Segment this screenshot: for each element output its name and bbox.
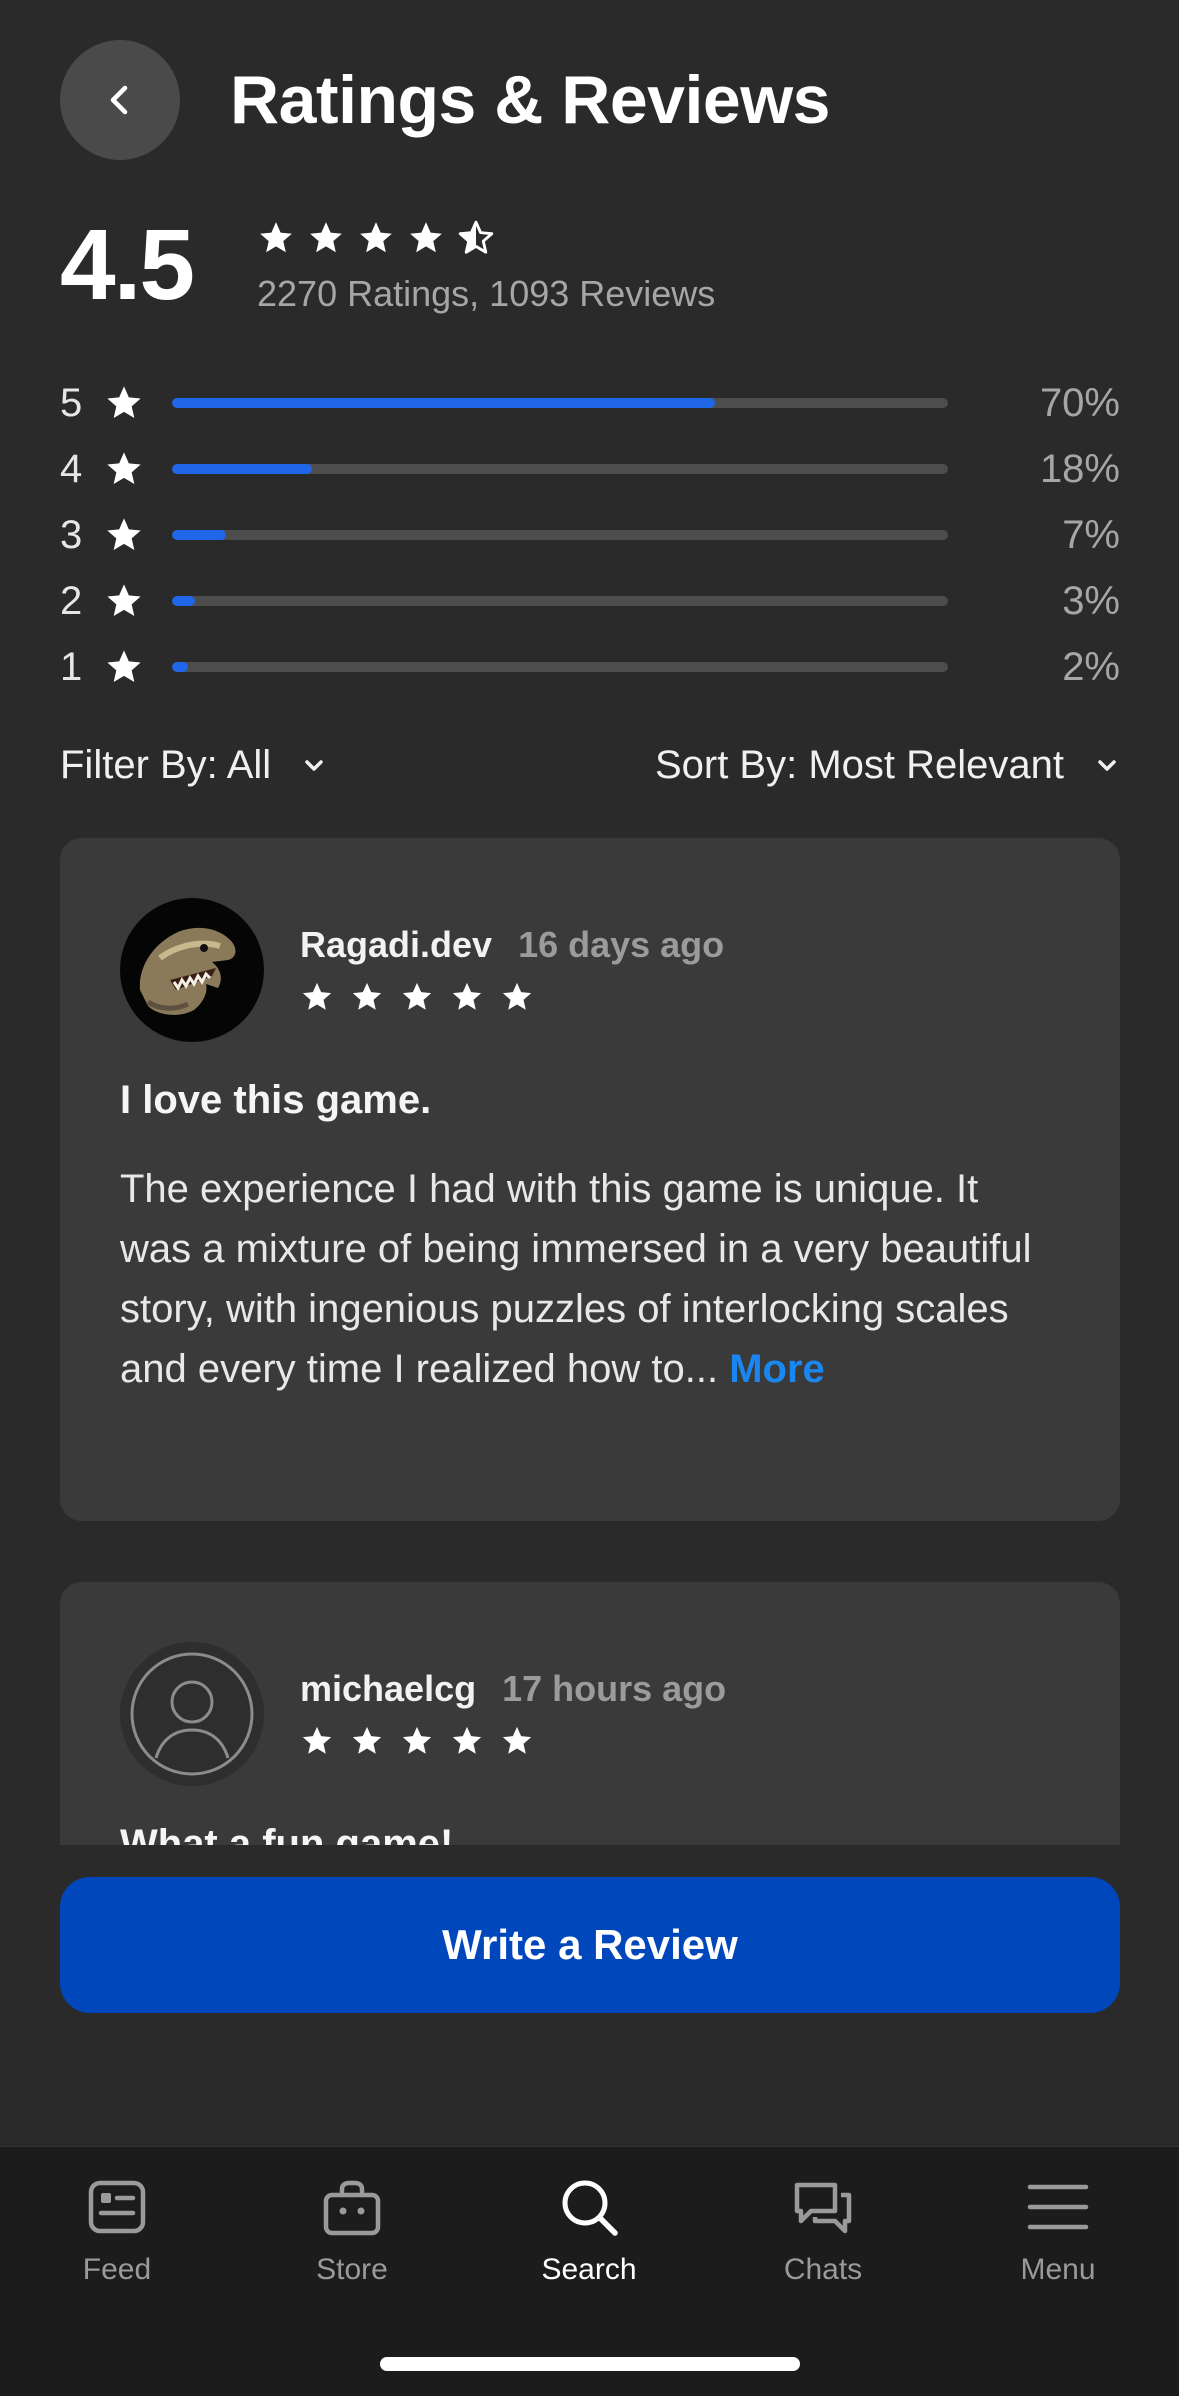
histogram-star-count: 2 — [60, 578, 83, 623]
histogram-track — [172, 662, 948, 672]
half-star-icon — [458, 220, 494, 254]
more-link[interactable]: More — [729, 1347, 825, 1391]
histogram-row: 5 70% — [60, 370, 1120, 436]
histogram-percent: 70% — [1039, 380, 1120, 425]
sort-dropdown[interactable]: Sort By: Most Relevant — [655, 743, 1120, 788]
average-stars — [257, 219, 715, 257]
chevron-left-icon — [110, 85, 128, 115]
rating-summary: 4.5 2270 Ratings, 1093 Reviews — [60, 205, 715, 325]
histogram-fill — [172, 530, 227, 540]
header: Ratings & Reviews — [60, 40, 830, 160]
star-icon — [402, 1726, 432, 1754]
chevron-down-icon — [1098, 760, 1116, 771]
histogram-track — [172, 464, 948, 474]
filter-dropdown[interactable]: Filter By: All — [60, 743, 327, 788]
histogram-track — [172, 596, 948, 606]
histogram-star-count: 3 — [60, 512, 83, 557]
review-title: I love this game. — [120, 1078, 432, 1122]
star-icon — [452, 982, 482, 1010]
back-button[interactable] — [60, 40, 180, 160]
histogram-row: 4 18% — [60, 436, 1120, 502]
histogram-fill — [172, 464, 312, 474]
star-icon — [107, 386, 141, 418]
nav-item-feed[interactable]: Feed — [17, 2175, 217, 2287]
histogram-fill — [172, 398, 716, 408]
histogram-percent: 2% — [1062, 644, 1120, 689]
nav-item-store[interactable]: Store — [252, 2175, 452, 2287]
star-icon — [410, 222, 442, 253]
star-icon — [310, 222, 342, 253]
histogram-row: 3 7% — [60, 502, 1120, 568]
store-icon — [323, 2180, 381, 2236]
average-rating: 4.5 — [60, 209, 195, 321]
chats-icon — [794, 2182, 852, 2234]
histogram-percent: 3% — [1062, 578, 1120, 623]
filter-label: Filter By: All — [60, 742, 272, 787]
filter-sort-bar: Filter By: All Sort By: Most Relevant — [60, 735, 1120, 795]
review-stars — [300, 1724, 726, 1758]
star-icon — [402, 982, 432, 1010]
histogram-track — [172, 530, 948, 540]
star-icon — [502, 1726, 532, 1754]
avatar — [120, 1642, 264, 1786]
histogram-star-count: 5 — [60, 380, 83, 425]
review-card: michaelcg 17 hours ago What a fun game! — [60, 1582, 1120, 1845]
star-icon — [302, 982, 332, 1010]
star-icon — [260, 222, 292, 253]
sort-label: Sort By: Most Relevant — [654, 742, 1064, 787]
ratings-reviews-screen: Ratings & Reviews 4.5 2270 Ratings, 1093… — [0, 0, 1179, 2396]
write-review-button[interactable]: Write a Review — [60, 1877, 1120, 2013]
review-stars — [300, 980, 724, 1014]
nav-item-menu[interactable]: Menu — [958, 2175, 1158, 2287]
menu-icon — [1027, 2184, 1089, 2230]
search-icon — [562, 2180, 618, 2236]
star-icon — [452, 1726, 482, 1754]
review-author[interactable]: Ragadi.dev — [300, 924, 492, 966]
page-title: Ratings & Reviews — [230, 62, 830, 138]
star-icon — [352, 1726, 382, 1754]
nav-label: Menu — [1020, 2253, 1096, 2286]
histogram-percent: 18% — [1039, 446, 1120, 491]
star-icon — [360, 222, 392, 253]
reviews-list[interactable]: Ragadi.dev 16 days ago I love this game.… — [0, 838, 1179, 1845]
histogram-row: 2 3% — [60, 568, 1120, 634]
avatar — [120, 898, 264, 1042]
review-card: Ragadi.dev 16 days ago I love this game.… — [60, 838, 1120, 1521]
histogram-star-count: 4 — [60, 446, 83, 491]
star-icon — [107, 452, 141, 484]
histogram-track — [172, 398, 948, 408]
review-body: The experience I had with this game is u… — [120, 1159, 1060, 1399]
star-icon — [107, 650, 141, 682]
review-title: What a fun game! — [120, 1822, 454, 1845]
feed-icon — [88, 2180, 146, 2234]
review-time: 17 hours ago — [502, 1668, 727, 1709]
review-author[interactable]: michaelcg — [300, 1668, 476, 1710]
histogram-fill — [172, 596, 196, 606]
star-icon — [107, 518, 141, 550]
nav-label: Store — [316, 2253, 388, 2286]
histogram-percent: 7% — [1062, 512, 1120, 557]
histogram-fill — [172, 662, 188, 672]
user-placeholder-icon — [120, 1642, 264, 1786]
nav-item-chats[interactable]: Chats — [723, 2175, 923, 2287]
histogram-row: 1 2% — [60, 634, 1120, 700]
star-icon — [107, 584, 141, 616]
nav-label: Feed — [82, 2253, 152, 2286]
chevron-down-icon — [305, 760, 323, 771]
rating-histogram: 5 70% 4 18% 3 7% 2 3% 1 2% — [60, 370, 1120, 700]
star-icon — [302, 1726, 332, 1754]
histogram-star-count: 1 — [60, 644, 83, 689]
review-body-text: The experience I had with this game is u… — [120, 1167, 1032, 1391]
nav-label: Chats — [783, 2253, 863, 2286]
home-indicator[interactable] — [380, 2357, 800, 2371]
star-icon — [502, 982, 532, 1010]
star-icon — [352, 982, 382, 1010]
review-time: 16 days ago — [518, 924, 725, 965]
nav-item-search[interactable]: Search — [489, 2175, 689, 2287]
ratings-count: 2270 Ratings, 1093 Reviews — [257, 273, 716, 314]
nav-label: Search — [541, 2253, 637, 2286]
dinosaur-avatar-icon — [120, 898, 264, 1042]
